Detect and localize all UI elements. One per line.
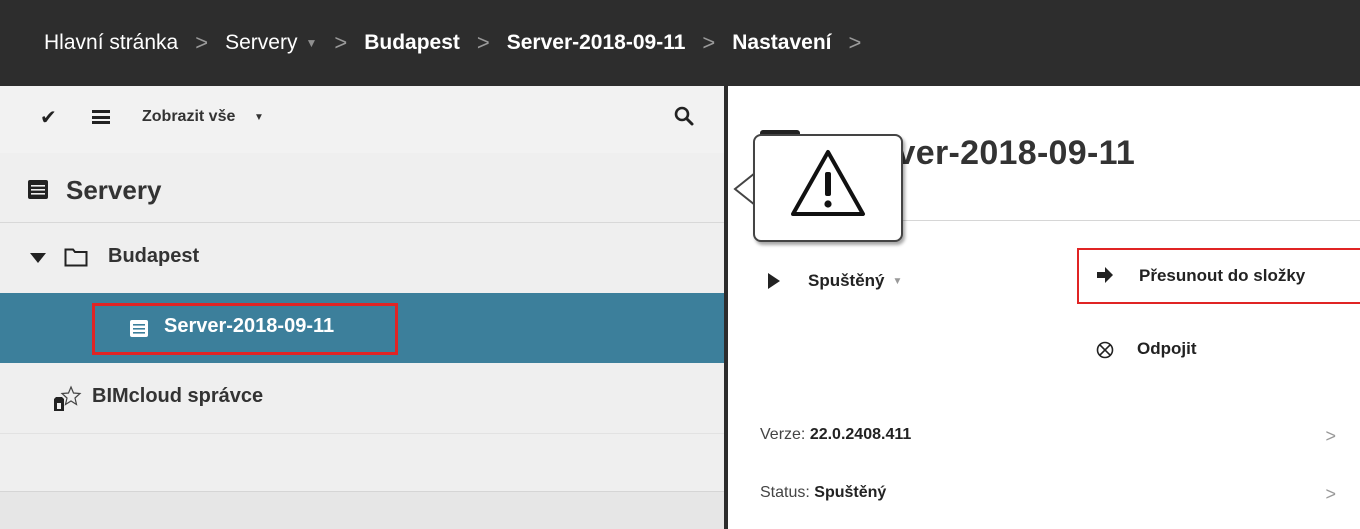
select-all-check-icon[interactable]: ✔ (40, 105, 57, 130)
status-dropdown[interactable]: Spuštěný ▼ (768, 266, 902, 296)
chevron-right-icon[interactable]: > (1325, 484, 1336, 505)
server-icon (130, 320, 148, 337)
search-icon[interactable] (672, 104, 696, 128)
tree-item-label[interactable]: Budapest (108, 245, 199, 268)
warning-icon (791, 150, 865, 216)
info-value: 22.0.2408.411 (809, 426, 912, 443)
status-dropdown-label[interactable]: Spuštěný (808, 271, 885, 291)
info-value: Spuštěný (814, 484, 887, 501)
breadcrumb-item-servery[interactable]: Servery ▼ > (225, 30, 364, 56)
breadcrumb-label[interactable]: Hlavní stránka (44, 31, 178, 55)
breadcrumb-item-server[interactable]: Server-2018-09-11 > (507, 30, 733, 56)
chevron-down-icon[interactable]: ▼ (305, 36, 317, 50)
breadcrumb-label[interactable]: Budapest (364, 31, 460, 55)
breadcrumb-item-home[interactable]: Hlavní stránka > (44, 30, 225, 56)
chevron-down-icon[interactable]: ▼ (254, 112, 264, 123)
tree-item-label[interactable]: Server-2018-09-11 (164, 315, 334, 338)
folder-icon (64, 248, 88, 267)
left-panel: ✔ Zobrazit vše ▼ Servery Budapest Server… (0, 86, 724, 529)
list-view-icon[interactable] (92, 110, 110, 124)
breadcrumb-label[interactable]: Server-2018-09-11 (507, 31, 686, 55)
filter-dropdown-label[interactable]: Zobrazit vše (142, 108, 235, 126)
breadcrumb-item-nastaveni[interactable]: Nastavení > (732, 30, 878, 56)
page-title: rver-2018-09-11 (883, 134, 1136, 172)
tree-empty-row (0, 491, 724, 529)
breadcrumb-item-budapest[interactable]: Budapest > (364, 30, 507, 56)
move-to-folder-label[interactable]: Přesunout do složky (1139, 266, 1305, 286)
breadcrumb-label[interactable]: Servery (225, 31, 297, 55)
breadcrumb: Hlavní stránka > Servery ▼ > Budapest > … (0, 0, 1360, 86)
info-row-version[interactable]: Verze: 22.0.2408.411 > (760, 426, 1360, 466)
arrow-right-icon (1097, 267, 1113, 283)
tree-item-budapest[interactable]: Budapest (0, 223, 724, 293)
tree-empty-row (0, 433, 724, 491)
breadcrumb-separator-icon: > (848, 30, 862, 55)
info-row-status[interactable]: Status: Spuštěný > (760, 484, 1360, 524)
info-label: Status: (760, 484, 810, 501)
chevron-down-icon[interactable]: ▼ (893, 276, 903, 287)
tree-root-title: Servery (66, 175, 162, 205)
bimcloud-manager-icon (54, 385, 82, 411)
play-icon (768, 273, 780, 289)
breadcrumb-separator-icon: > (476, 30, 490, 55)
info-label: Verze: (760, 426, 806, 443)
breadcrumb-separator-icon: > (702, 30, 716, 55)
move-to-folder-button[interactable]: Přesunout do složky (1077, 248, 1360, 304)
chevron-right-icon[interactable]: > (1325, 426, 1336, 447)
tree-item-bimcloud[interactable]: BIMcloud správce (0, 363, 724, 433)
breadcrumb-separator-icon: > (195, 30, 209, 55)
breadcrumb-separator-icon: > (334, 30, 348, 55)
breadcrumb-label[interactable]: Nastavení (732, 31, 831, 55)
server-list-icon (28, 180, 48, 199)
disconnect-icon[interactable] (1096, 341, 1114, 359)
tree-toolbar: ✔ Zobrazit vše ▼ (0, 86, 724, 153)
tree-item-server-selected[interactable]: Server-2018-09-11 (0, 293, 724, 363)
tree-item-label[interactable]: BIMcloud správce (92, 385, 263, 408)
disconnect-button[interactable]: Odpojit (1137, 339, 1196, 359)
servery-header: Servery (0, 153, 724, 223)
expand-triangle-icon[interactable] (30, 253, 46, 263)
